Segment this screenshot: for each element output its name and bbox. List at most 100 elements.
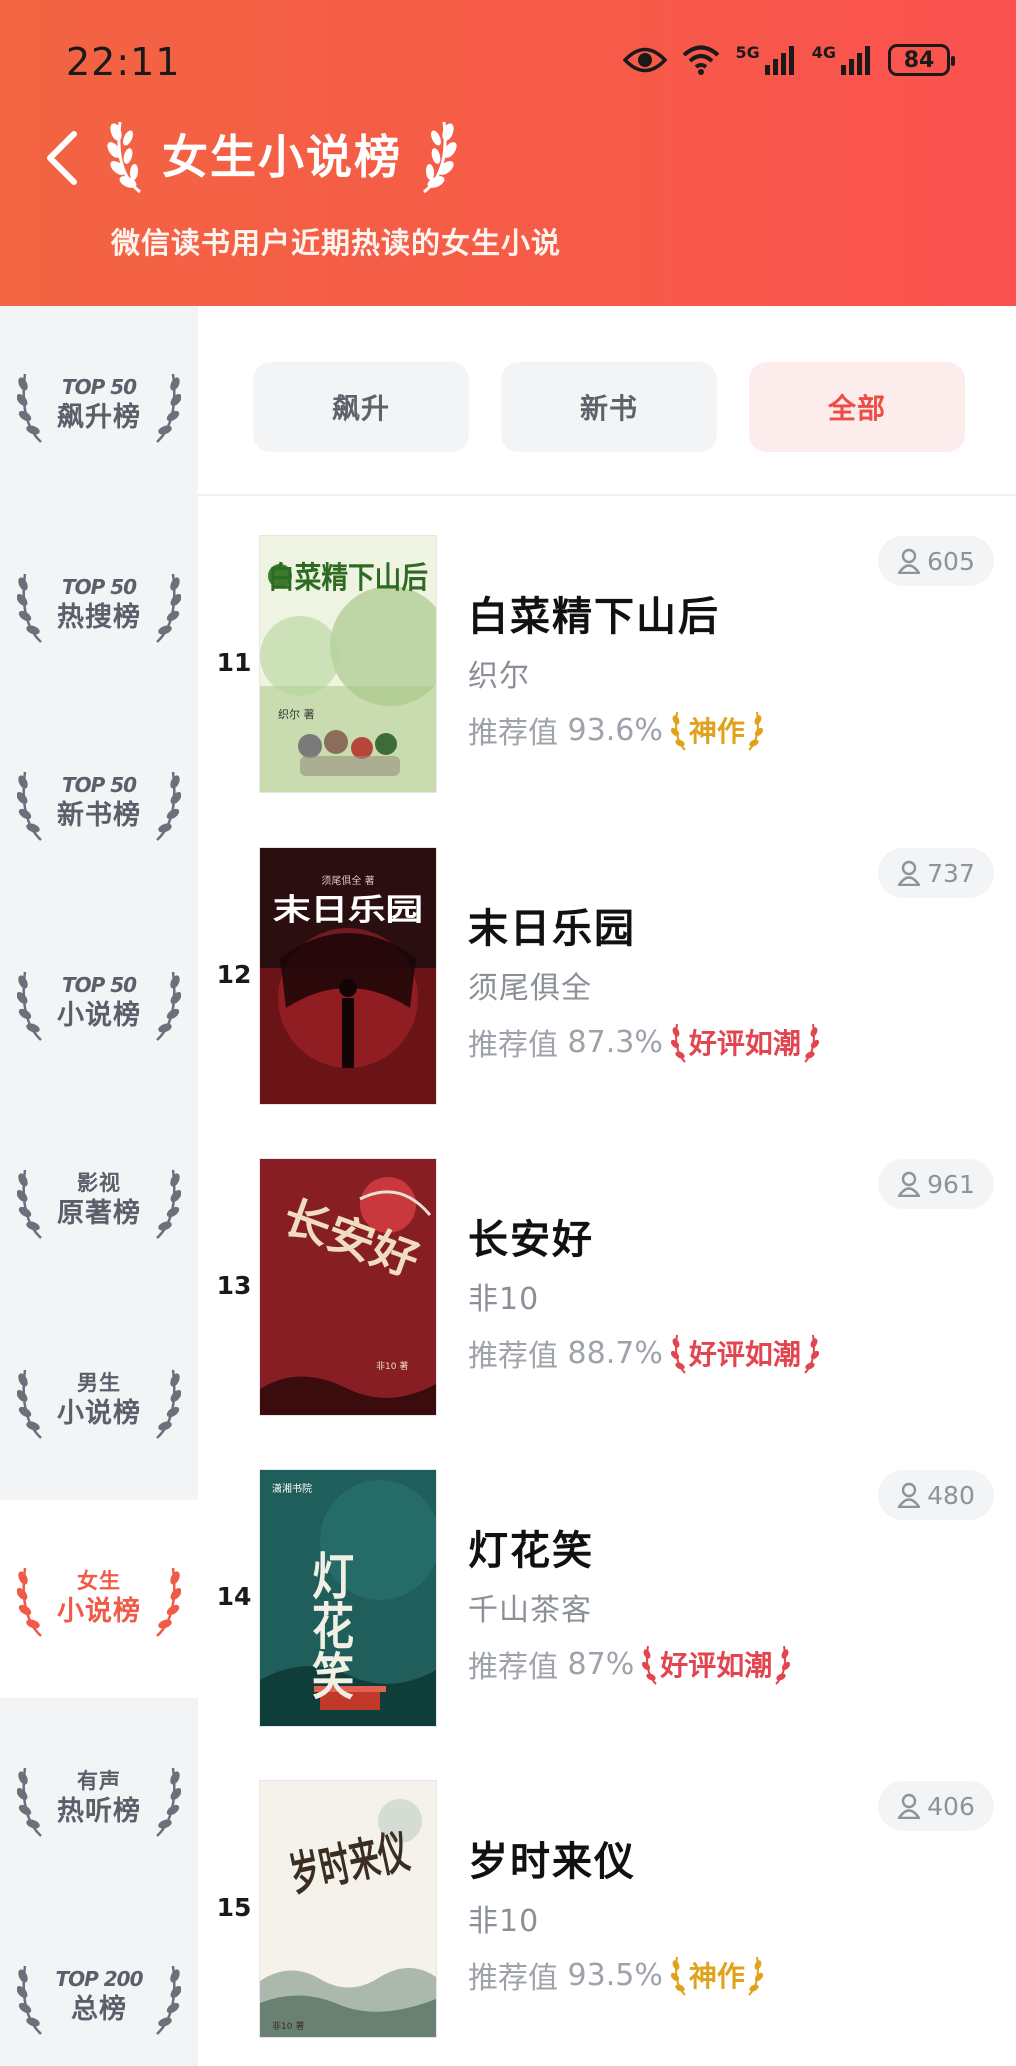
rec-label: 推荐值 bbox=[468, 1650, 558, 1685]
sidebar-item-label: 热听榜 bbox=[57, 1796, 141, 1827]
laurel-left-icon bbox=[107, 121, 141, 194]
book-cover-art: 潇湘书院 灯花笑 bbox=[260, 1470, 436, 1726]
book-rank: 15 bbox=[216, 1893, 252, 1922]
rec-value: 87.3% bbox=[567, 1024, 663, 1060]
sidebar-item-top: TOP 200 bbox=[55, 1967, 143, 1991]
cover-author: 须尾俱全 著 bbox=[321, 874, 374, 887]
book-recommendation: 推荐值 93.5% 神作 bbox=[468, 1953, 763, 1997]
badge-laurel-icon bbox=[670, 1956, 686, 1996]
book-author: 非10 bbox=[468, 1282, 540, 1317]
rec-badge: 神作 bbox=[670, 708, 763, 752]
book-item[interactable]: 12 须尾俱全 著 末日乐园 末日乐园 须尾俱全 推荐值 87.3% 好评如潮 … bbox=[198, 848, 1016, 1160]
book-title: 灯花笑 bbox=[468, 1528, 594, 1574]
chevron-left-icon bbox=[47, 131, 77, 185]
book-author: 须尾俱全 bbox=[468, 971, 592, 1006]
book-cover-art: 岁时来仪 非10 著 bbox=[260, 1781, 436, 2037]
book-cover-art: 须尾俱全 著 末日乐园 bbox=[260, 848, 436, 1104]
book-rank: 12 bbox=[216, 960, 252, 989]
filter-all-button[interactable]: 全部 bbox=[749, 362, 965, 452]
rec-value: 93.6% bbox=[567, 712, 663, 748]
reader-count-value: 961 bbox=[927, 1169, 975, 1199]
book-cover[interactable]: 岁时来仪 非10 著 bbox=[260, 1781, 436, 2037]
sidebar-item-label: 原著榜 bbox=[57, 1198, 141, 1229]
book-recommendation: 推荐值 93.6% 神作 bbox=[468, 708, 763, 752]
rec-badge: 好评如潮 bbox=[642, 1642, 791, 1686]
reader-count: 737 bbox=[878, 848, 994, 898]
signal-4g-icon bbox=[841, 46, 870, 75]
badge-laurel-icon bbox=[804, 1023, 819, 1063]
badge-laurel-icon bbox=[775, 1645, 791, 1685]
book-cover[interactable]: 须尾俱全 著 末日乐园 bbox=[260, 848, 436, 1104]
laurel-icon bbox=[17, 373, 42, 443]
cover-title: 末日乐园 bbox=[273, 893, 423, 928]
rec-value: 87% bbox=[567, 1646, 635, 1682]
sidebar-item-top: TOP 50 bbox=[61, 973, 137, 997]
laurel-icon bbox=[156, 1567, 181, 1637]
filter-surge-button[interactable]: 飙升 bbox=[253, 362, 469, 452]
book-item[interactable]: 11 白菜精下山后 织尔 著 白菜精下山后 织尔 推荐值 93.6% 神作 60… bbox=[198, 536, 1016, 848]
sidebar-item-surge[interactable]: TOP 50 飙升榜 bbox=[0, 306, 198, 504]
sidebar-item-top: TOP 50 bbox=[61, 375, 137, 399]
rec-value: 93.5% bbox=[567, 1957, 663, 1993]
sidebar-item-top: 有声 bbox=[77, 1769, 121, 1793]
rec-badge-label: 神作 bbox=[688, 1960, 745, 1993]
filter-new-button[interactable]: 新书 bbox=[501, 362, 717, 452]
sidebar-item-audio[interactable]: 有声 热听榜 bbox=[0, 1700, 198, 1898]
sidebar-item-label: 小说榜 bbox=[57, 1398, 141, 1429]
book-recommendation: 推荐值 88.7% 好评如潮 bbox=[468, 1331, 819, 1375]
sidebar-badge: TOP 50 小说榜 bbox=[17, 958, 181, 1048]
laurel-icon bbox=[156, 1369, 181, 1439]
sidebar-item-female-novels[interactable]: 女生 小说榜 bbox=[0, 1500, 198, 1698]
header-bar: 22:11 5G 4G 84 女生小说榜 微信读书用户近期热读的女生小说 bbox=[0, 0, 1016, 306]
network-5g-label: 5G bbox=[735, 43, 760, 62]
book-cover[interactable]: 白菜精下山后 织尔 著 bbox=[260, 536, 436, 792]
sidebar-item-label: 总榜 bbox=[70, 1994, 127, 2025]
sidebar-item-adaptation[interactable]: 影视 原著榜 bbox=[0, 1102, 198, 1300]
badge-laurel-icon bbox=[748, 1956, 763, 1996]
cover-author: 织尔 著 bbox=[278, 707, 315, 721]
sidebar-badge: TOP 200 总榜 bbox=[17, 1952, 181, 2042]
sidebar-item-top: 影视 bbox=[77, 1171, 121, 1195]
laurel-icon bbox=[17, 573, 42, 643]
badge-laurel-icon bbox=[642, 1645, 657, 1685]
sidebar-item-hot-search[interactable]: TOP 50 热搜榜 bbox=[0, 506, 198, 704]
sidebar-badge: TOP 50 飙升榜 bbox=[17, 360, 181, 450]
book-item[interactable]: 13 长安好 非10 著 长安好 非10 推荐值 88.7% 好评如潮 961 bbox=[198, 1159, 1016, 1471]
user-icon bbox=[897, 1482, 921, 1508]
sidebar-badge: 女生 小说榜 bbox=[17, 1554, 181, 1644]
badge-laurel-icon bbox=[670, 1023, 686, 1063]
book-rank: 11 bbox=[216, 648, 252, 677]
book-title: 白菜精下山后 bbox=[468, 594, 720, 640]
sidebar-item-label: 小说榜 bbox=[57, 1000, 141, 1031]
sidebar: TOP 50 飙升榜 TOP 50 热搜榜 TOP 50 新书榜 TOP 50 小说榜 … bbox=[0, 306, 198, 2066]
page-subtitle: 微信读书用户近期热读的女生小说 bbox=[111, 226, 562, 260]
sidebar-item-male-novels[interactable]: 男生 小说榜 bbox=[0, 1302, 198, 1500]
back-button[interactable] bbox=[40, 128, 84, 188]
sidebar-badge: TOP 50 热搜榜 bbox=[17, 560, 181, 650]
book-cover[interactable]: 长安好 非10 著 bbox=[260, 1159, 436, 1415]
user-icon bbox=[897, 1793, 921, 1819]
status-icons: 5G 4G 84 bbox=[623, 43, 955, 76]
sidebar-item-overall[interactable]: TOP 200 总榜 bbox=[0, 1898, 198, 2066]
sidebar-badge: TOP 50 新书榜 bbox=[17, 758, 181, 848]
rec-badge-label: 好评如潮 bbox=[688, 1338, 801, 1371]
book-author: 非10 bbox=[468, 1904, 540, 1939]
sidebar-item-novels[interactable]: TOP 50 小说榜 bbox=[0, 904, 198, 1102]
title-group: 女生小说榜 bbox=[106, 112, 458, 196]
sidebar-item-top: 男生 bbox=[77, 1371, 121, 1395]
rec-label: 推荐值 bbox=[468, 1028, 558, 1063]
network-4g-label: 4G bbox=[811, 43, 836, 62]
book-cover-art: 长安好 非10 著 bbox=[260, 1159, 436, 1415]
rec-label: 推荐值 bbox=[468, 1339, 558, 1374]
badge-laurel-icon bbox=[670, 1334, 686, 1374]
laurel-icon bbox=[156, 1767, 181, 1837]
reader-count: 406 bbox=[878, 1781, 994, 1831]
battery-icon: 84 bbox=[888, 44, 955, 76]
user-icon bbox=[897, 860, 921, 886]
book-cover[interactable]: 潇湘书院 灯花笑 bbox=[260, 1470, 436, 1726]
book-item[interactable]: 14 潇湘书院 灯花笑 灯花笑 千山茶客 推荐值 87% 好评如潮 480 bbox=[198, 1470, 1016, 1782]
rec-badge: 神作 bbox=[670, 1953, 763, 1997]
signal-5g-icon bbox=[764, 46, 794, 75]
book-item[interactable]: 15 岁时来仪 非10 著 岁时来仪 非10 推荐值 93.5% 神作 406 bbox=[198, 1781, 1016, 2066]
sidebar-item-new-books[interactable]: TOP 50 新书榜 bbox=[0, 704, 198, 902]
